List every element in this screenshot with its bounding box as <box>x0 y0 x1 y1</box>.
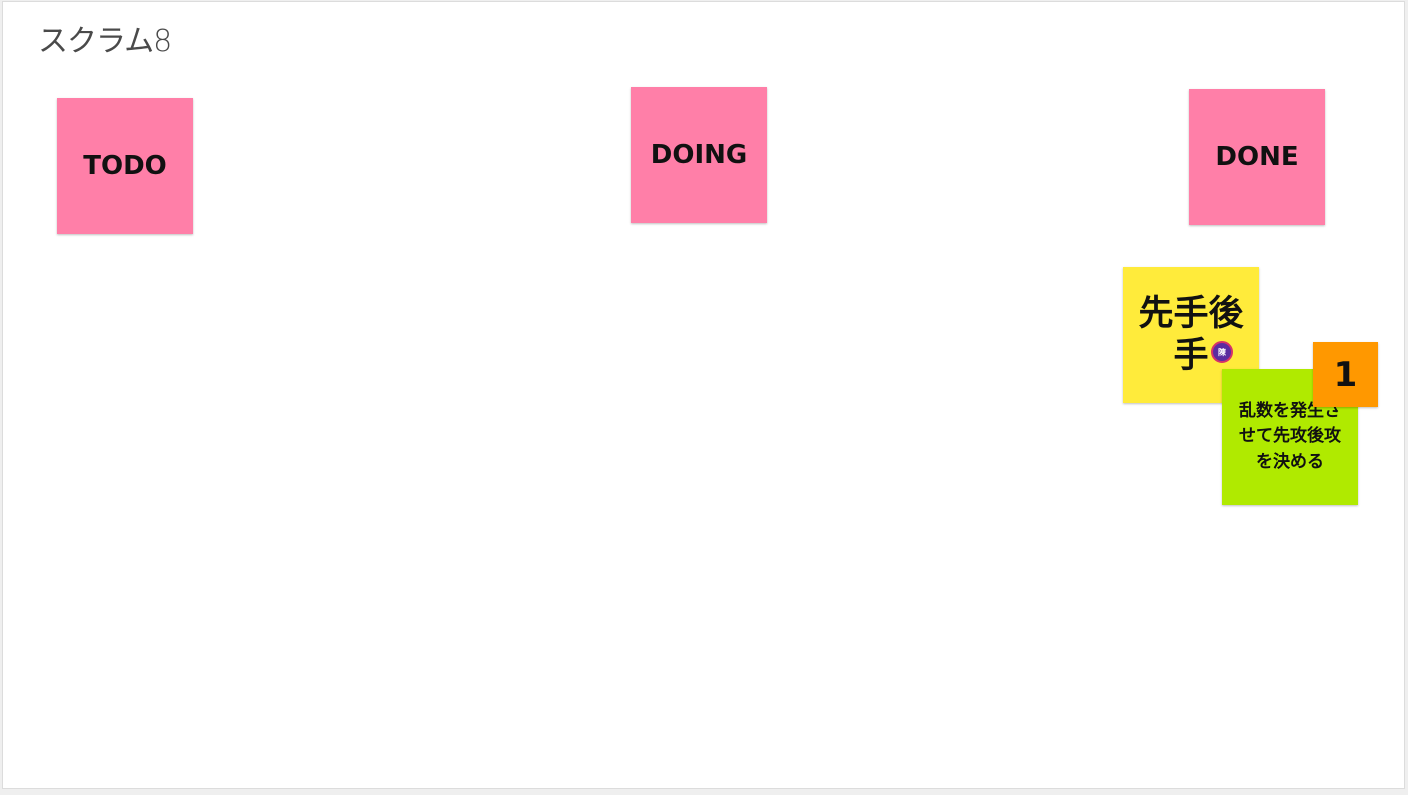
sticky-done[interactable]: DONE <box>1189 89 1325 225</box>
sticky-doing-label: DOING <box>650 140 748 170</box>
sticky-random-task-label: 乱数を発生させて先攻後攻を決める <box>1239 400 1341 472</box>
sticky-done-label: DONE <box>1215 142 1299 172</box>
sticky-todo[interactable]: TODO <box>57 98 193 234</box>
sticky-first-second-label: 先手後手 <box>1138 294 1244 376</box>
sticky-count-label: 1 <box>1333 354 1358 395</box>
sticky-todo-label: TODO <box>83 151 167 181</box>
board-frame[interactable]: スクラム8 TODO DOING DONE 先手後手 乱数を発生させて先攻後攻を… <box>2 1 1405 789</box>
sticky-doing[interactable]: DOING <box>631 87 767 223</box>
collaborator-cursor-avatar: 陳 <box>1211 341 1233 363</box>
sticky-count[interactable]: 1 <box>1313 342 1378 407</box>
frame-title[interactable]: スクラム8 <box>38 16 172 60</box>
avatar-initial: 陳 <box>1218 347 1226 357</box>
